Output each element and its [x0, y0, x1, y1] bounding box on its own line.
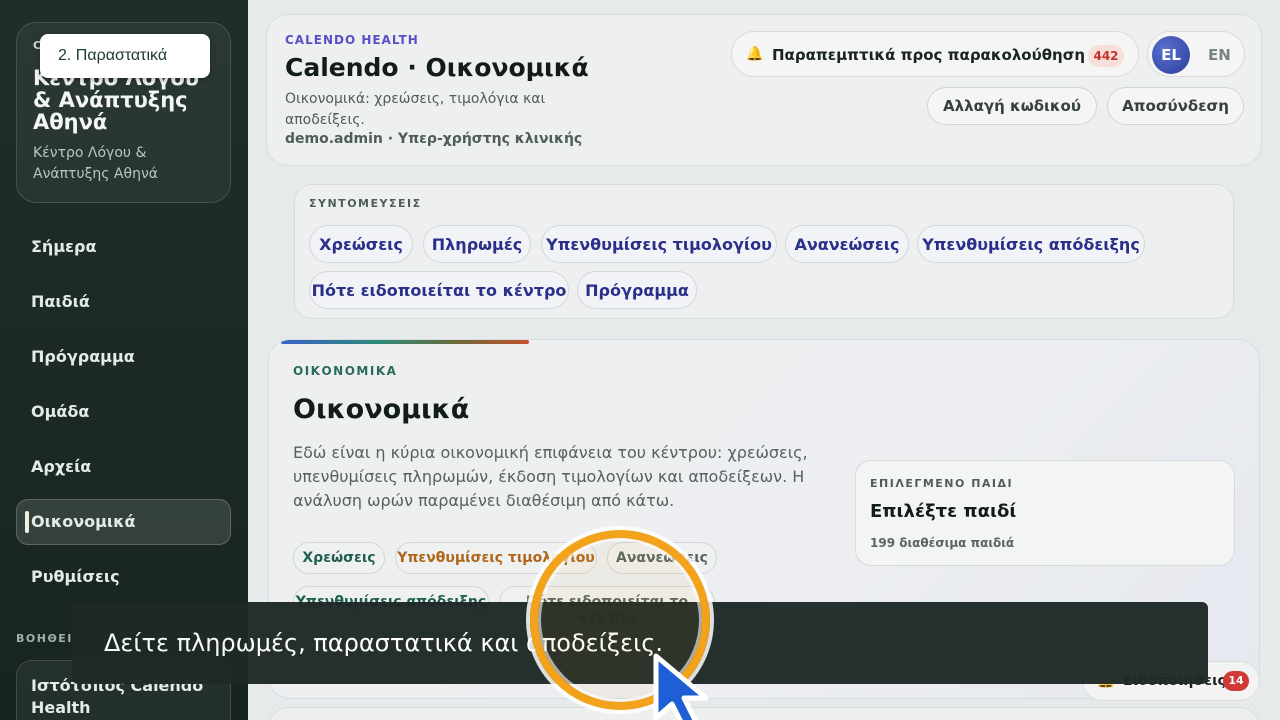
shortcut-charges[interactable]: Χρεώσεις — [309, 225, 413, 263]
sidebar-item-team[interactable]: Ομάδα — [16, 389, 231, 435]
page-title: Calendo · Οικονομικά — [285, 53, 589, 82]
section-description: Εδώ είναι η κύρια οικονομική επιφάνεια τ… — [293, 443, 808, 510]
mouse-cursor-icon — [653, 653, 709, 720]
page-subtitle: Οικονομικά: χρεώσεις, τιμολόγια και αποδ… — [285, 91, 546, 128]
language-toggle: EL EN — [1147, 31, 1245, 77]
sidebar-item-files[interactable]: Αρχεία — [16, 444, 231, 490]
selected-child-card[interactable]: ΕΠΙΛΕΓΜΕΝΟ ΠΑΙΔΙ Επιλέξτε παιδί 199 διαθ… — [855, 460, 1235, 566]
referrals-button[interactable]: 🔔 Παραπεμπτικά προς παρακολούθηση 442 — [731, 31, 1139, 77]
brand-eyebrow-label: CALENDO HEALTH — [285, 33, 419, 47]
shortcut-invoice-reminders[interactable]: Υπενθυμίσεις τιμολογίου — [541, 225, 777, 263]
sidebar-item-settings[interactable]: Ρυθμίσεις — [16, 554, 231, 600]
section-title: Οικονομικά — [293, 394, 470, 425]
shortcuts-label: ΣΥΝΤΟΜΕΥΣΕΙΣ — [309, 197, 422, 210]
change-password-button[interactable]: Αλλαγή κωδικού — [927, 87, 1097, 125]
sidebar-item-finance[interactable]: Οικονομικά — [16, 499, 231, 545]
logout-button[interactable]: Αποσύνδεση — [1107, 87, 1244, 125]
available-children-count: 199 διαθέσιμα παιδιά — [870, 536, 1015, 550]
shortcut-center-notifications[interactable]: Πότε ειδοποιείται το κέντρο — [309, 271, 569, 309]
sidebar-item-schedule[interactable]: Πρόγραμμα — [16, 334, 231, 380]
shortcut-renewals[interactable]: Ανανεώσεις — [785, 225, 909, 263]
current-user: demo.admin · Υπερ-χρήστης κλινικής — [285, 131, 583, 147]
referrals-label: Παραπεμπτικά προς παρακολούθηση — [772, 46, 1086, 64]
shortcut-payments[interactable]: Πληρωμές — [423, 225, 531, 263]
page-header: CALENDO HEALTH Calendo · Οικονομικά Οικο… — [266, 14, 1262, 166]
bell-icon: 🔔 — [746, 46, 764, 62]
tour-step-tooltip: 2. Παραστατικά — [40, 34, 210, 78]
lang-el-button[interactable]: EL — [1152, 36, 1190, 74]
section-eyebrow: ΟΙΚΟΝΟΜΙΚΑ — [293, 364, 398, 378]
tag-charges[interactable]: Χρεώσεις — [293, 542, 385, 574]
referrals-count-badge: 442 — [1088, 45, 1124, 67]
shortcut-schedule[interactable]: Πρόγραμμα — [577, 271, 697, 309]
sidebar-item-children[interactable]: Παιδιά — [16, 279, 231, 325]
sidebar-item-today[interactable]: Σήμερα — [16, 224, 231, 270]
next-section-card — [268, 707, 1260, 720]
shortcuts-panel: ΣΥΝΤΟΜΕΥΣΕΙΣ Χρεώσεις Πληρωμές Υπενθυμίσ… — [294, 184, 1234, 319]
help-section-label: ΒΟΗΘΕΙ — [16, 632, 73, 645]
accent-bar — [281, 340, 529, 344]
lang-en-button[interactable]: EN — [1208, 46, 1231, 64]
selected-child-eyebrow: ΕΠΙΛΕΓΜΕΝΟ ΠΑΙΔΙ — [870, 477, 1014, 490]
notifications-count-badge: 14 — [1223, 671, 1249, 691]
selected-child-title: Επιλέξτε παιδί — [870, 501, 1017, 522]
shortcut-receipt-reminders[interactable]: Υπενθυμίσεις απόδειξης — [917, 225, 1145, 263]
clinic-subtitle: Κέντρο Λόγου & Ανάπτυξης Αθηνά — [33, 145, 158, 182]
